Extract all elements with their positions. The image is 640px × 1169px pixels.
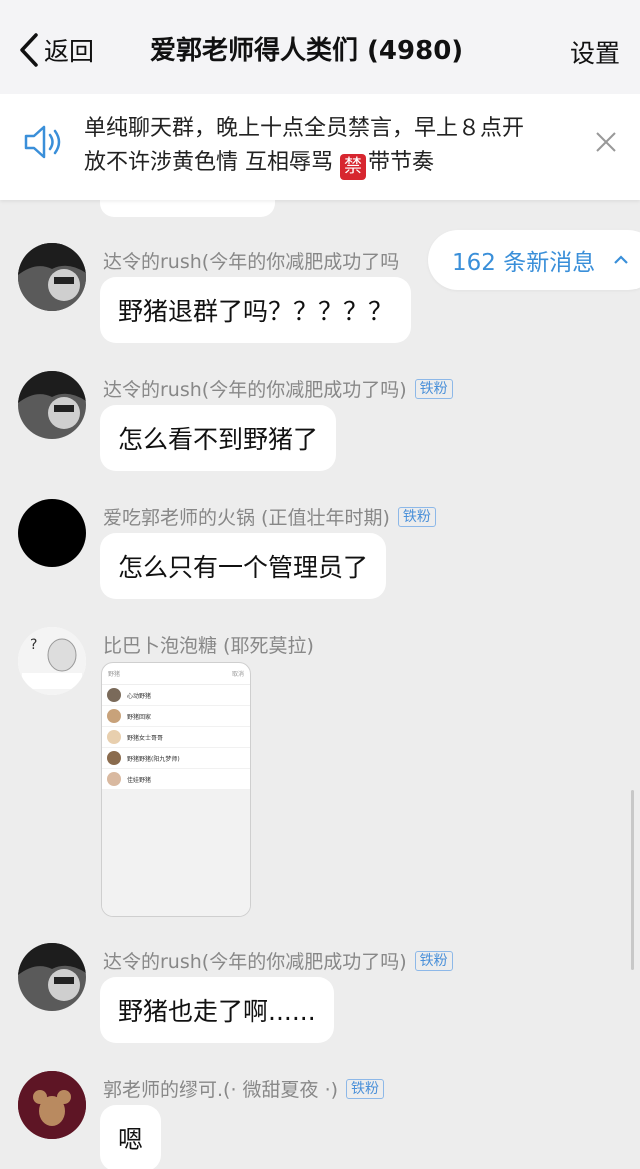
notice-line-2a: 放不许涉黄色情 互相辱骂 (84, 150, 340, 175)
message-bubble[interactable]: 野猪也走了啊...... (100, 977, 334, 1043)
sender-name: 达令的rush(今年的你减肥成功了吗) 铁粉 (103, 947, 453, 974)
image-cancel-text: 取消 (231, 671, 244, 678)
new-messages-label: 162 条新消息 (452, 250, 596, 276)
avatar[interactable] (18, 499, 86, 567)
ban-emoji-icon: 禁 (340, 154, 366, 180)
image-result-row: 野猪回家 (102, 706, 250, 727)
image-result-name: 心动野猪 (127, 692, 152, 700)
chevron-left-icon (20, 33, 38, 67)
fan-badge: 铁粉 (414, 950, 453, 971)
avatar[interactable] (18, 1071, 86, 1139)
scrollbar[interactable] (631, 790, 634, 970)
image-result-name: 野猪女士哥哥 (127, 734, 164, 742)
sender-name: 比巴卜泡泡糖 (耶死莫拉) (103, 635, 314, 657)
avatar[interactable] (18, 243, 86, 311)
group-notice-banner[interactable]: 单纯聊天群，晚上十点全员禁言，早上８点开 放不许涉黄色情 互相辱骂 禁带节奏 (0, 94, 640, 200)
image-result-avatar (107, 751, 121, 765)
message-bubble[interactable]: 嗯 (100, 1105, 162, 1169)
notice-line-1: 单纯聊天群，晚上十点全员禁言，早上８点开 (84, 116, 525, 141)
speaker-icon (24, 125, 61, 159)
notice-text: 单纯聊天群，晚上十点全员禁言，早上８点开 放不许涉黄色情 互相辱骂 禁带节奏 (84, 112, 584, 180)
close-icon[interactable] (594, 130, 618, 154)
image-search-bar: 野猪 取消 (102, 663, 250, 685)
chevron-up-icon (614, 255, 628, 264)
image-result-name: 野猪回家 (127, 713, 152, 721)
image-result-row: 野猪女士哥哥 (102, 727, 250, 748)
sender-name-text: 爱吃郭老师的火锅 (正值壮年时期) (103, 507, 390, 529)
fan-badge: 铁粉 (414, 378, 453, 399)
back-button[interactable]: 返回 (18, 28, 94, 72)
image-result-avatar (107, 688, 121, 702)
image-result-row: 野猪野猪(阳九梦师) (102, 748, 250, 769)
message-bubble[interactable]: 怎么看不到野猪了 (100, 405, 337, 471)
image-result-avatar (107, 730, 121, 744)
back-label: 返回 (44, 37, 95, 66)
notice-line-2: 放不许涉黄色情 互相辱骂 禁带节奏 (84, 146, 584, 180)
svg-text:?: ? (30, 637, 37, 653)
image-result-avatar (107, 772, 121, 786)
sender-name-text: 达令的rush(今年的你减肥成功了吗) (103, 379, 407, 401)
sender-name: 达令的rush(今年的你减肥成功了吗 (103, 251, 400, 273)
sender-name-text: 达令的rush(今年的你减肥成功了吗) (103, 951, 407, 973)
sender-name: 达令的rush(今年的你减肥成功了吗) 铁粉 (103, 375, 453, 402)
image-empty-area (102, 790, 250, 916)
avatar[interactable] (18, 943, 86, 1011)
image-search-text: 野猪 (108, 671, 121, 678)
image-result-name: 佳娃野猪 (127, 776, 152, 784)
message-bubble[interactable]: 野猪退群了吗？？？？？ (100, 277, 412, 343)
image-result-row: 佳娃野猪 (102, 769, 250, 790)
fan-badge: 铁粉 (397, 506, 436, 527)
notice-line-2b: 带节奏 (368, 150, 435, 175)
new-messages-button[interactable]: 162 条新消息 (428, 230, 640, 290)
fan-badge: 铁粉 (346, 1078, 385, 1099)
image-result-row: 心动野猪 (102, 685, 250, 706)
sender-name-text: 郭老师的缪可.(· 微甜夏夜 ·) (103, 1079, 339, 1101)
avatar[interactable]: ? (18, 627, 86, 695)
chat-header: 返回 爱郭老师得人类们 (4980) 设置 (0, 0, 640, 94)
image-result-name: 野猪野猪(阳九梦师) (127, 755, 180, 763)
settings-button[interactable]: 设置 (570, 34, 620, 70)
page-title: 爱郭老师得人类们 (4980) (150, 36, 464, 66)
sender-name: 郭老师的缪可.(· 微甜夏夜 ·) 铁粉 (103, 1075, 385, 1102)
sender-name: 爱吃郭老师的火锅 (正值壮年时期) 铁粉 (103, 503, 436, 530)
message-bubble[interactable]: 怎么只有一个管理员了 (100, 533, 387, 599)
image-result-avatar (107, 709, 121, 723)
avatar[interactable] (18, 371, 86, 439)
image-message[interactable]: 野猪 取消 心动野猪 野猪回家 野猪女士哥哥 野猪野猪(阳九梦师) 佳娃野猪 (101, 662, 251, 917)
